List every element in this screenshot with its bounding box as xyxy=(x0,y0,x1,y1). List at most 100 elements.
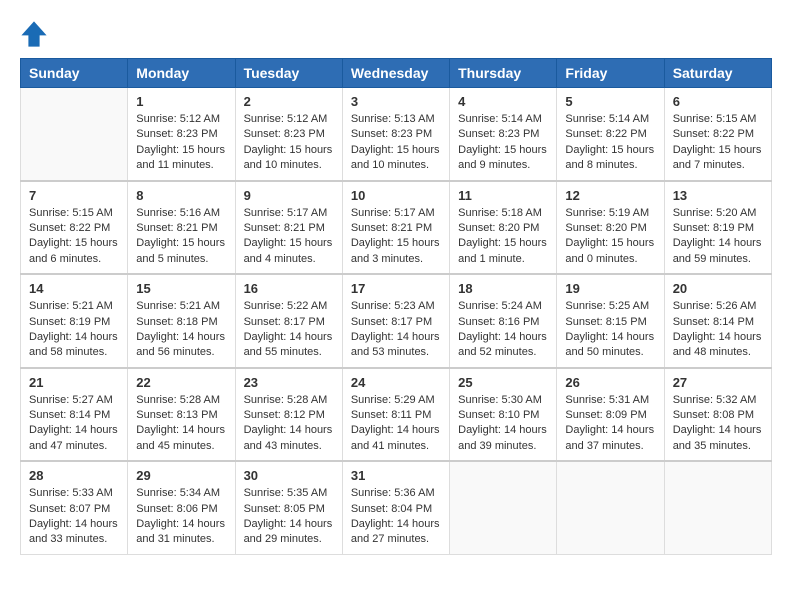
day-number: 1 xyxy=(136,94,226,109)
calendar-header-tuesday: Tuesday xyxy=(235,59,342,88)
calendar-cell: 19 Sunrise: 5:25 AM Sunset: 8:15 PM Dayli… xyxy=(557,274,664,368)
day-info: Sunrise: 5:34 AM Sunset: 8:06 PM Dayligh… xyxy=(136,486,226,548)
calendar-cell: 14Sunrise: 5:21 AM Sunset: 8:19 PM Dayli… xyxy=(21,274,128,368)
day-number: 6 xyxy=(673,94,763,109)
calendar-cell: 8 Sunrise: 5:16 AM Sunset: 8:21 PM Daylig… xyxy=(128,181,235,275)
calendar-week-row: 14Sunrise: 5:21 AM Sunset: 8:19 PM Dayli… xyxy=(21,274,772,368)
calendar-cell: 22 Sunrise: 5:28 AM Sunset: 8:13 PM Dayli… xyxy=(128,368,235,462)
calendar-cell: 29 Sunrise: 5:34 AM Sunset: 8:06 PM Dayli… xyxy=(128,461,235,554)
logo xyxy=(20,20,52,48)
day-number: 25 xyxy=(458,375,548,390)
day-info: Sunrise: 5:33 AM Sunset: 8:07 PM Dayligh… xyxy=(29,486,119,548)
day-info: Sunrise: 5:18 AM Sunset: 8:20 PM Dayligh… xyxy=(458,206,548,268)
calendar-week-row: 21 Sunrise: 5:27 AM Sunset: 8:14 PM Dayli… xyxy=(21,368,772,462)
day-info: Sunrise: 5:26 AM Sunset: 8:14 PM Dayligh… xyxy=(673,299,763,361)
day-number: 29 xyxy=(136,468,226,483)
day-info: Sunrise: 5:29 AM Sunset: 8:11 PM Dayligh… xyxy=(351,393,441,455)
calendar-cell: 18Sunrise: 5:24 AM Sunset: 8:16 PM Dayli… xyxy=(450,274,557,368)
day-info: Sunrise: 5:23 AM Sunset: 8:17 PM Dayligh… xyxy=(351,299,441,361)
calendar-header-row: SundayMondayTuesdayWednesdayThursdayFrid… xyxy=(21,59,772,88)
day-info: Sunrise: 5:35 AM Sunset: 8:05 PM Dayligh… xyxy=(244,486,334,548)
day-number: 26 xyxy=(565,375,655,390)
calendar-week-row: 1 Sunrise: 5:12 AM Sunset: 8:23 PM Daylig… xyxy=(21,88,772,181)
calendar-cell: 3Sunrise: 5:13 AM Sunset: 8:23 PM Daylig… xyxy=(342,88,449,181)
calendar-cell xyxy=(557,461,664,554)
day-info: Sunrise: 5:12 AM Sunset: 8:23 PM Dayligh… xyxy=(136,112,226,174)
calendar-header-saturday: Saturday xyxy=(664,59,771,88)
day-info: Sunrise: 5:19 AM Sunset: 8:20 PM Dayligh… xyxy=(565,206,655,268)
calendar-header-friday: Friday xyxy=(557,59,664,88)
calendar-cell: 15Sunrise: 5:21 AM Sunset: 8:18 PM Dayli… xyxy=(128,274,235,368)
day-info: Sunrise: 5:28 AM Sunset: 8:13 PM Dayligh… xyxy=(136,393,226,455)
day-info: Sunrise: 5:14 AM Sunset: 8:23 PM Dayligh… xyxy=(458,112,548,174)
calendar-cell: 12 Sunrise: 5:19 AM Sunset: 8:20 PM Dayli… xyxy=(557,181,664,275)
calendar-cell: 7Sunrise: 5:15 AM Sunset: 8:22 PM Daylig… xyxy=(21,181,128,275)
day-info: Sunrise: 5:30 AM Sunset: 8:10 PM Dayligh… xyxy=(458,393,548,455)
day-number: 28 xyxy=(29,468,119,483)
day-info: Sunrise: 5:12 AM Sunset: 8:23 PM Dayligh… xyxy=(244,112,334,174)
day-number: 20 xyxy=(673,281,763,296)
day-number: 19 xyxy=(565,281,655,296)
day-number: 30 xyxy=(244,468,334,483)
day-number: 31 xyxy=(351,468,441,483)
day-info: Sunrise: 5:24 AM Sunset: 8:16 PM Dayligh… xyxy=(458,299,548,361)
calendar-cell: 6 Sunrise: 5:15 AM Sunset: 8:22 PM Daylig… xyxy=(664,88,771,181)
calendar-cell xyxy=(664,461,771,554)
day-info: Sunrise: 5:15 AM Sunset: 8:22 PM Dayligh… xyxy=(673,112,763,174)
day-info: Sunrise: 5:21 AM Sunset: 8:19 PM Dayligh… xyxy=(29,299,119,361)
day-number: 17 xyxy=(351,281,441,296)
day-number: 2 xyxy=(244,94,334,109)
day-info: Sunrise: 5:36 AM Sunset: 8:04 PM Dayligh… xyxy=(351,486,441,548)
day-number: 11 xyxy=(458,188,548,203)
day-number: 13 xyxy=(673,188,763,203)
day-info: Sunrise: 5:14 AM Sunset: 8:22 PM Dayligh… xyxy=(565,112,655,174)
day-info: Sunrise: 5:31 AM Sunset: 8:09 PM Dayligh… xyxy=(565,393,655,455)
page-header xyxy=(20,20,772,48)
calendar-cell: 1 Sunrise: 5:12 AM Sunset: 8:23 PM Daylig… xyxy=(128,88,235,181)
day-info: Sunrise: 5:13 AM Sunset: 8:23 PM Dayligh… xyxy=(351,112,441,174)
calendar-cell: 25 Sunrise: 5:30 AM Sunset: 8:10 PM Dayli… xyxy=(450,368,557,462)
day-number: 12 xyxy=(565,188,655,203)
day-number: 4 xyxy=(458,94,548,109)
calendar-cell: 31 Sunrise: 5:36 AM Sunset: 8:04 PM Dayli… xyxy=(342,461,449,554)
day-number: 24 xyxy=(351,375,441,390)
calendar-cell: 10 Sunrise: 5:17 AM Sunset: 8:21 PM Dayli… xyxy=(342,181,449,275)
calendar-cell: 30 Sunrise: 5:35 AM Sunset: 8:05 PM Dayli… xyxy=(235,461,342,554)
day-info: Sunrise: 5:21 AM Sunset: 8:18 PM Dayligh… xyxy=(136,299,226,361)
day-number: 22 xyxy=(136,375,226,390)
day-info: Sunrise: 5:20 AM Sunset: 8:19 PM Dayligh… xyxy=(673,206,763,268)
calendar-cell: 9Sunrise: 5:17 AM Sunset: 8:21 PM Daylig… xyxy=(235,181,342,275)
day-number: 16 xyxy=(244,281,334,296)
calendar-cell xyxy=(450,461,557,554)
day-number: 8 xyxy=(136,188,226,203)
day-info: Sunrise: 5:22 AM Sunset: 8:17 PM Dayligh… xyxy=(244,299,334,361)
calendar-cell: 17 Sunrise: 5:23 AM Sunset: 8:17 PM Dayli… xyxy=(342,274,449,368)
calendar-cell: 23Sunrise: 5:28 AM Sunset: 8:12 PM Dayli… xyxy=(235,368,342,462)
calendar-cell: 5 Sunrise: 5:14 AM Sunset: 8:22 PM Daylig… xyxy=(557,88,664,181)
calendar-week-row: 28 Sunrise: 5:33 AM Sunset: 8:07 PM Dayli… xyxy=(21,461,772,554)
day-number: 7 xyxy=(29,188,119,203)
calendar-header-monday: Monday xyxy=(128,59,235,88)
day-info: Sunrise: 5:16 AM Sunset: 8:21 PM Dayligh… xyxy=(136,206,226,268)
calendar-cell: 28 Sunrise: 5:33 AM Sunset: 8:07 PM Dayli… xyxy=(21,461,128,554)
calendar-cell: 11 Sunrise: 5:18 AM Sunset: 8:20 PM Dayli… xyxy=(450,181,557,275)
day-info: Sunrise: 5:17 AM Sunset: 8:21 PM Dayligh… xyxy=(351,206,441,268)
calendar-cell: 24 Sunrise: 5:29 AM Sunset: 8:11 PM Dayli… xyxy=(342,368,449,462)
day-number: 5 xyxy=(565,94,655,109)
calendar-cell: 16 Sunrise: 5:22 AM Sunset: 8:17 PM Dayli… xyxy=(235,274,342,368)
calendar-header-wednesday: Wednesday xyxy=(342,59,449,88)
calendar-cell xyxy=(21,88,128,181)
calendar-cell: 4 Sunrise: 5:14 AM Sunset: 8:23 PM Daylig… xyxy=(450,88,557,181)
calendar-cell: 26 Sunrise: 5:31 AM Sunset: 8:09 PM Dayli… xyxy=(557,368,664,462)
logo-icon xyxy=(20,20,48,48)
calendar-table: SundayMondayTuesdayWednesdayThursdayFrid… xyxy=(20,58,772,555)
day-info: Sunrise: 5:27 AM Sunset: 8:14 PM Dayligh… xyxy=(29,393,119,455)
day-info: Sunrise: 5:25 AM Sunset: 8:15 PM Dayligh… xyxy=(565,299,655,361)
calendar-cell: 13 Sunrise: 5:20 AM Sunset: 8:19 PM Dayli… xyxy=(664,181,771,275)
calendar-week-row: 7Sunrise: 5:15 AM Sunset: 8:22 PM Daylig… xyxy=(21,181,772,275)
day-info: Sunrise: 5:32 AM Sunset: 8:08 PM Dayligh… xyxy=(673,393,763,455)
day-number: 10 xyxy=(351,188,441,203)
day-number: 9 xyxy=(244,188,334,203)
day-number: 23 xyxy=(244,375,334,390)
day-number: 21 xyxy=(29,375,119,390)
